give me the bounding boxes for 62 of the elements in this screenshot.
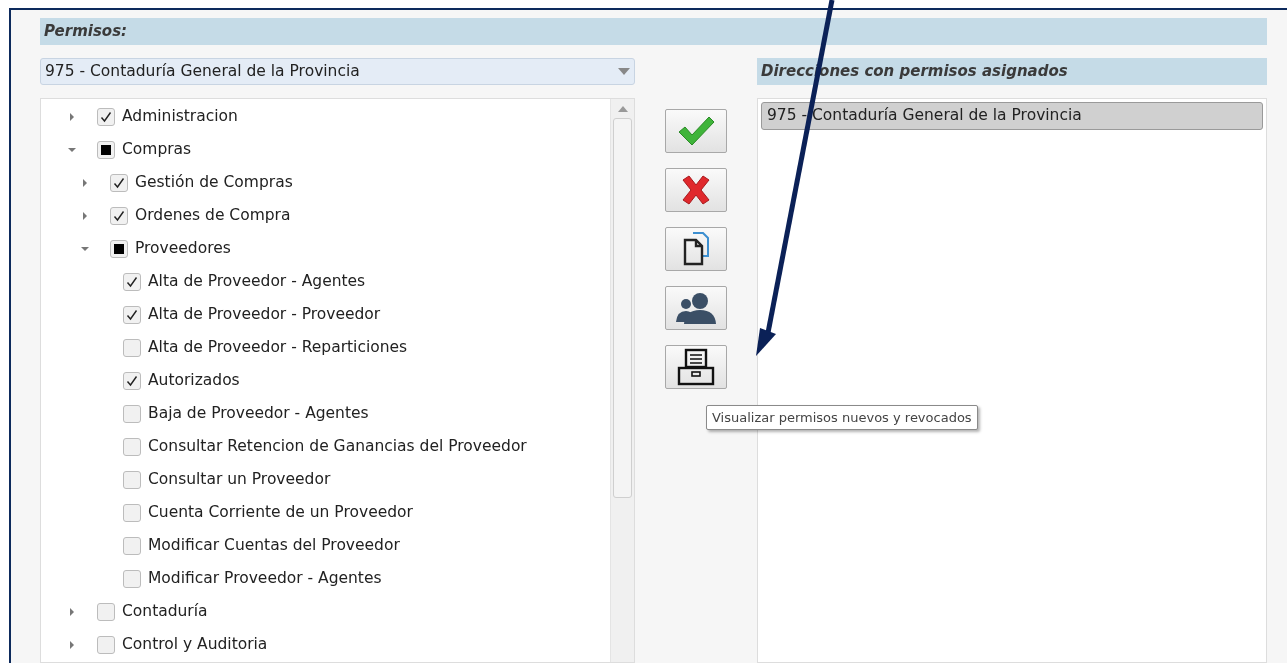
archive-drawer-icon: [676, 347, 716, 387]
scroll-up-icon[interactable]: [617, 106, 628, 112]
tree-item-label[interactable]: Consultar Retencion de Ganancias del Proveedor: [148, 434, 527, 459]
checkbox[interactable]: [97, 602, 115, 621]
check-icon: [113, 209, 125, 222]
archive-button[interactable]: [665, 345, 727, 389]
checkbox[interactable]: [110, 206, 128, 225]
department-dropdown[interactable]: 975 - Contaduría General de la Provincia: [40, 58, 635, 85]
check-icon: [100, 110, 112, 123]
checkbox[interactable]: [110, 239, 128, 258]
checkmark-icon: [676, 114, 716, 148]
tree-item-label[interactable]: Cuenta Corriente de un Proveedor: [148, 500, 413, 525]
check-icon: [126, 308, 138, 321]
tree-item-label[interactable]: Contaduría: [122, 599, 208, 624]
section-header: Permisos:: [40, 18, 1267, 45]
check-icon: [126, 275, 138, 288]
tree-item-label[interactable]: Ordenes de Compra: [135, 203, 291, 228]
check-icon: [126, 374, 138, 387]
checkbox[interactable]: [97, 107, 115, 126]
users-button[interactable]: [665, 286, 727, 330]
checkbox[interactable]: [123, 305, 141, 324]
tree-item-label[interactable]: Alta de Proveedor - Agentes: [148, 269, 366, 294]
caret-right-icon[interactable]: [67, 111, 77, 122]
scrollbar-thumb[interactable]: [613, 118, 632, 498]
scrollbar[interactable]: [610, 99, 634, 662]
tree-item-label[interactable]: Autorizados: [148, 368, 240, 393]
caret-right-icon[interactable]: [67, 606, 77, 617]
tree-item-label[interactable]: Modificar Cuentas del Proveedor: [148, 533, 400, 558]
checkbox[interactable]: [123, 536, 141, 555]
checkbox[interactable]: [123, 437, 141, 456]
checkbox[interactable]: [123, 404, 141, 423]
tree-item-label[interactable]: Baja de Proveedor - Agentes: [148, 401, 369, 426]
tooltip: Visualizar permisos nuevos y revocados: [706, 405, 978, 430]
checkbox[interactable]: [97, 140, 115, 159]
remove-button[interactable]: [665, 168, 727, 212]
tree-item-label[interactable]: Administracion: [122, 104, 238, 129]
checkbox[interactable]: [123, 338, 141, 357]
dropdown-arrow-icon: [618, 67, 630, 76]
documents-icon: [681, 231, 711, 267]
tree-item-label[interactable]: Proveedores: [135, 236, 231, 261]
checkbox[interactable]: [97, 635, 115, 654]
tree-item-label[interactable]: Control y Auditoria: [122, 632, 268, 657]
tree-item-label[interactable]: Alta de Proveedor - Reparticiones: [148, 335, 408, 360]
checkbox[interactable]: [123, 371, 141, 390]
caret-right-icon[interactable]: [67, 639, 77, 650]
check-icon: [113, 176, 125, 189]
caret-right-icon[interactable]: [80, 210, 90, 221]
tree-item-label[interactable]: Compras: [122, 137, 192, 162]
accept-button[interactable]: [665, 109, 727, 153]
checkbox[interactable]: [110, 173, 128, 192]
list-item[interactable]: 975 - Contaduría General de la Provincia: [761, 102, 1263, 130]
checkbox[interactable]: [123, 272, 141, 291]
tree-item-label[interactable]: Consultar un Proveedor: [148, 467, 331, 492]
caret-right-icon[interactable]: [80, 177, 90, 188]
checkbox[interactable]: [123, 503, 141, 522]
copy-button[interactable]: [665, 227, 727, 271]
tree-item-label[interactable]: Alta de Proveedor - Proveedor: [148, 302, 381, 327]
users-icon: [674, 291, 718, 325]
checkbox[interactable]: [123, 470, 141, 489]
checkbox[interactable]: [123, 569, 141, 588]
tree-item-label[interactable]: Modificar Proveedor - Agentes: [148, 566, 382, 591]
tree-item-label[interactable]: Gestión de Compras: [135, 170, 293, 195]
